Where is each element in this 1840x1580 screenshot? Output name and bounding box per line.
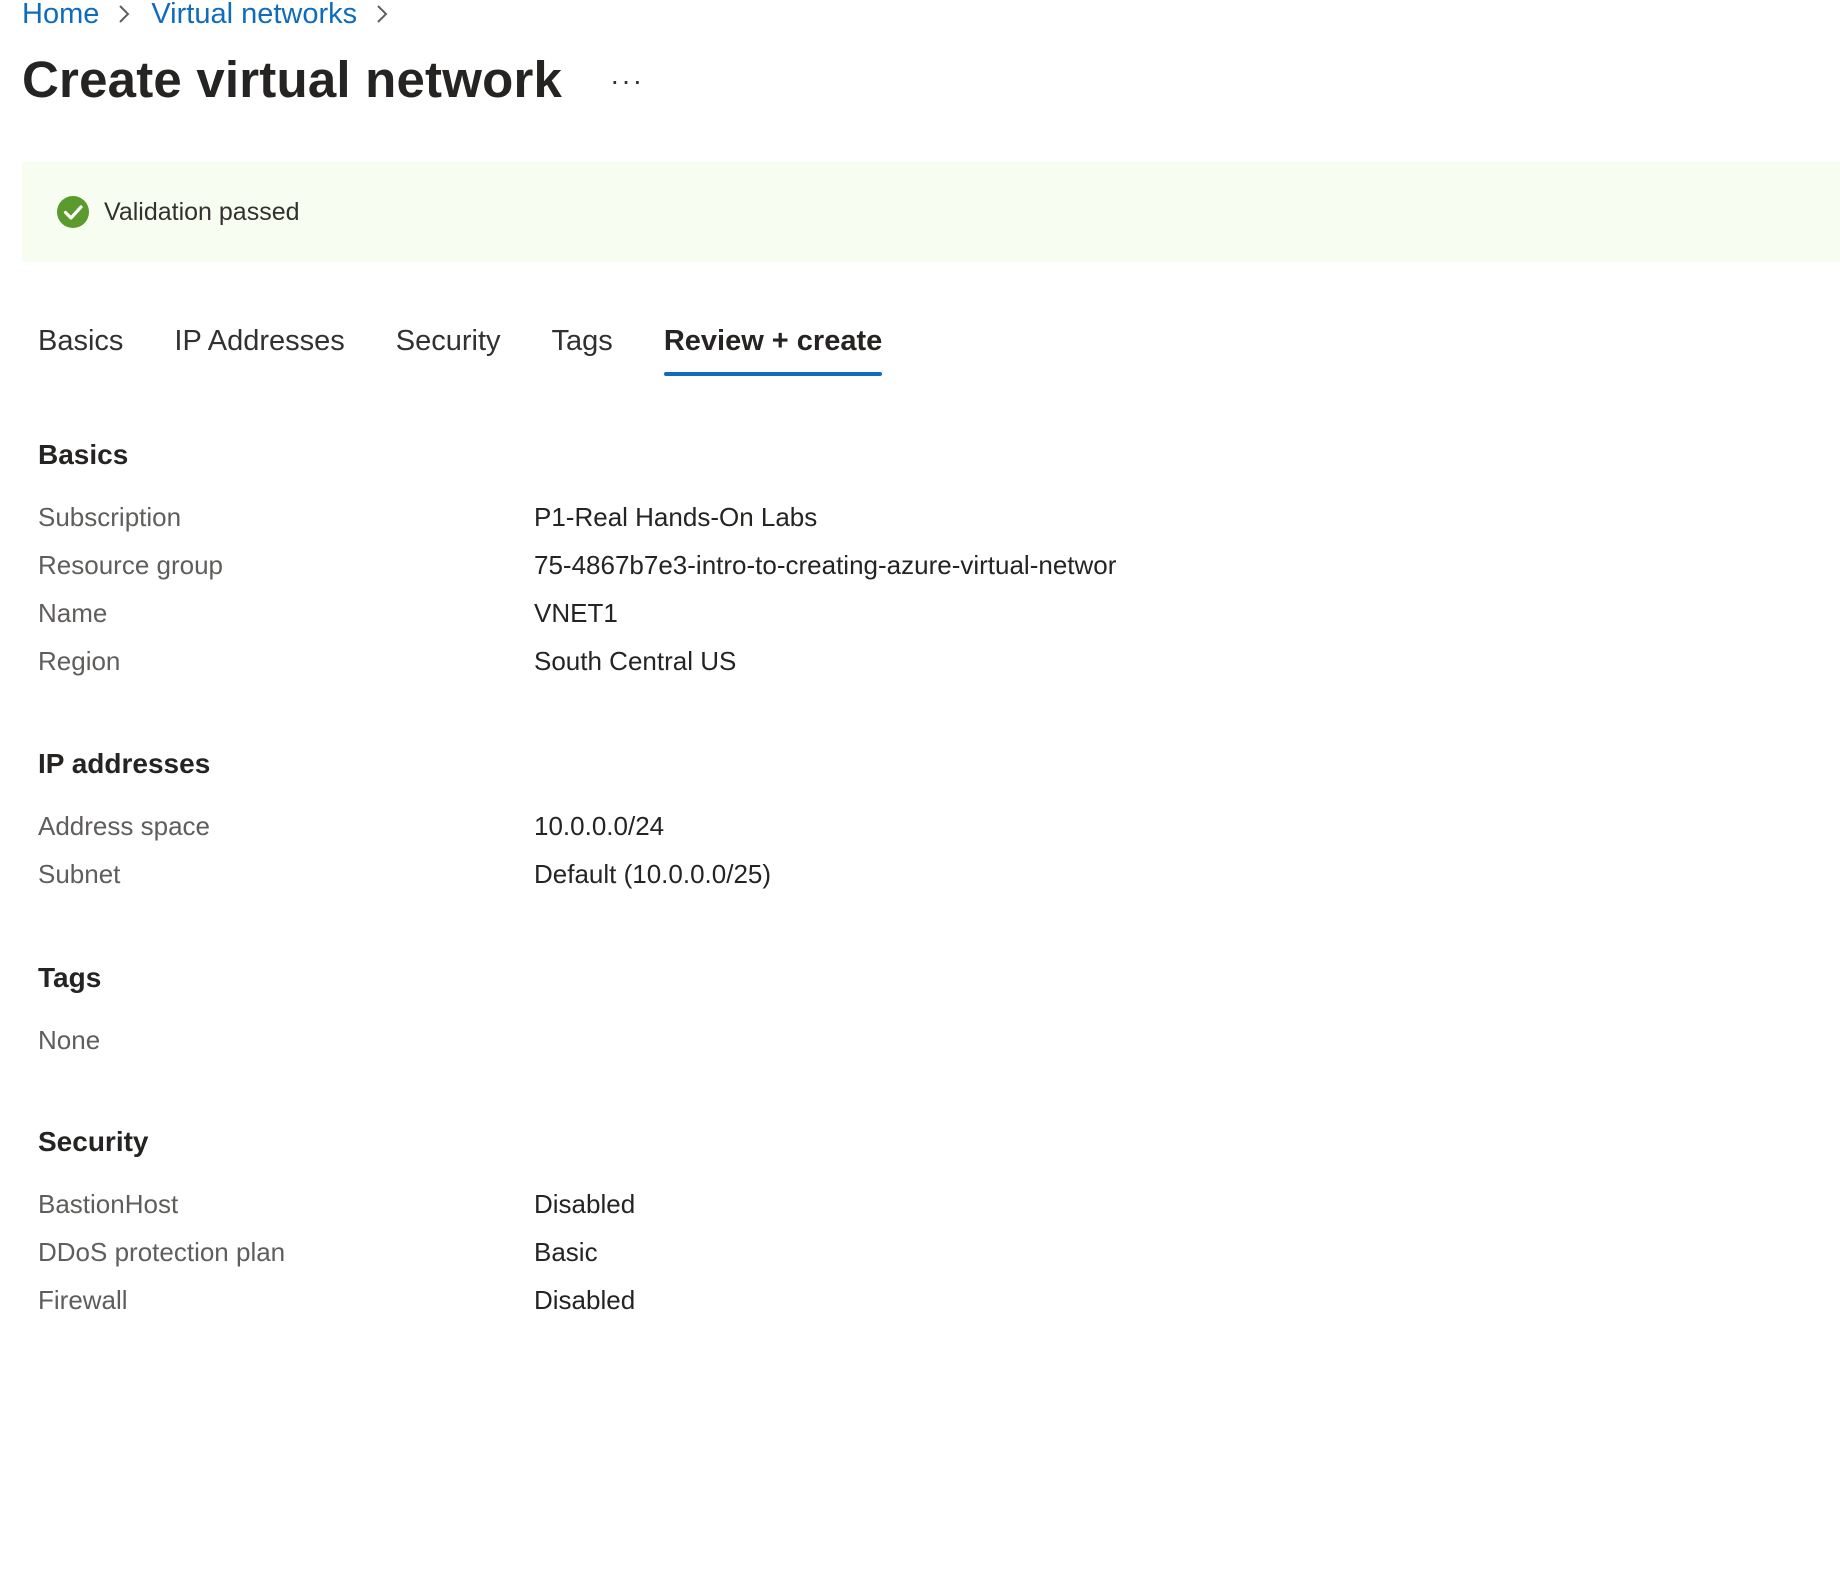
ip-addresses-section: IP addresses Address space 10.0.0.0/24 S…: [38, 744, 1738, 898]
row-label: Name: [38, 597, 108, 628]
summary-row: Subscription P1-Real Hands-On Labs: [38, 493, 1738, 541]
row-label: Subnet: [38, 858, 121, 889]
summary-row: BastionHost Disabled: [38, 1180, 1738, 1228]
row-label: Region: [38, 645, 121, 676]
breadcrumb-home-link[interactable]: Home: [22, 0, 99, 32]
row-value: VNET1: [534, 597, 618, 628]
row-value: Disabled: [534, 1284, 636, 1315]
tab-bar: Basics IP Addresses Security Tags Review…: [38, 316, 933, 376]
more-options-button[interactable]: ···: [610, 67, 644, 95]
row-value: Disabled: [534, 1188, 636, 1219]
section-title: Security: [38, 1126, 149, 1157]
title-row: Create virtual network ···: [22, 48, 644, 112]
summary-row: Address space 10.0.0.0/24: [38, 802, 1738, 850]
section-title: Tags: [38, 962, 102, 993]
row-value: 10.0.0.0/24: [534, 810, 665, 841]
section-title: Basics: [38, 439, 129, 470]
breadcrumb: Home Virtual networks: [22, 0, 409, 32]
row-value: South Central US: [534, 645, 737, 676]
row-label: Subscription: [38, 501, 182, 532]
row-label: DDoS protection plan: [38, 1236, 286, 1267]
tab-review-create[interactable]: Review + create: [663, 316, 883, 376]
summary-row: Subnet Default (10.0.0.0/25): [38, 850, 1738, 898]
row-label: BastionHost: [38, 1188, 179, 1219]
row-label: Address space: [38, 810, 210, 841]
validation-banner: Validation passed: [22, 162, 1840, 262]
tab-basics[interactable]: Basics: [38, 316, 123, 366]
page-title: Create virtual network: [22, 51, 563, 108]
tags-section: Tags None: [38, 958, 1738, 1064]
row-label: Resource group: [38, 549, 223, 580]
summary-row: Name VNET1: [38, 589, 1738, 637]
page: Home Virtual networks Create virtual net…: [0, 0, 1840, 1580]
basics-section: Basics Subscription P1-Real Hands-On Lab…: [38, 435, 1738, 685]
breadcrumb-virtual-networks-link[interactable]: Virtual networks: [151, 0, 357, 32]
check-circle-icon: [57, 196, 89, 228]
summary-row: Region South Central US: [38, 637, 1738, 685]
validation-message: Validation passed: [104, 197, 300, 226]
tab-ip-addresses[interactable]: IP Addresses: [174, 316, 344, 366]
summary-row: Firewall Disabled: [38, 1276, 1738, 1324]
chevron-right-icon: [375, 3, 389, 25]
tab-security[interactable]: Security: [396, 316, 501, 366]
row-value: Default (10.0.0.0/25): [534, 858, 772, 889]
summary-row: Resource group 75-4867b7e3-intro-to-crea…: [38, 541, 1738, 589]
row-value: 75-4867b7e3-intro-to-creating-azure-virt…: [534, 549, 1117, 580]
row-label: Firewall: [38, 1284, 128, 1315]
tab-tags[interactable]: Tags: [552, 316, 613, 366]
tags-empty-text: None: [38, 1025, 101, 1055]
summary-row: DDoS protection plan Basic: [38, 1228, 1738, 1276]
section-title: IP addresses: [38, 748, 211, 779]
security-section: Security BastionHost Disabled DDoS prote…: [38, 1122, 1738, 1324]
row-value: Basic: [534, 1236, 598, 1267]
row-value: P1-Real Hands-On Labs: [534, 501, 818, 532]
chevron-right-icon: [117, 3, 131, 25]
